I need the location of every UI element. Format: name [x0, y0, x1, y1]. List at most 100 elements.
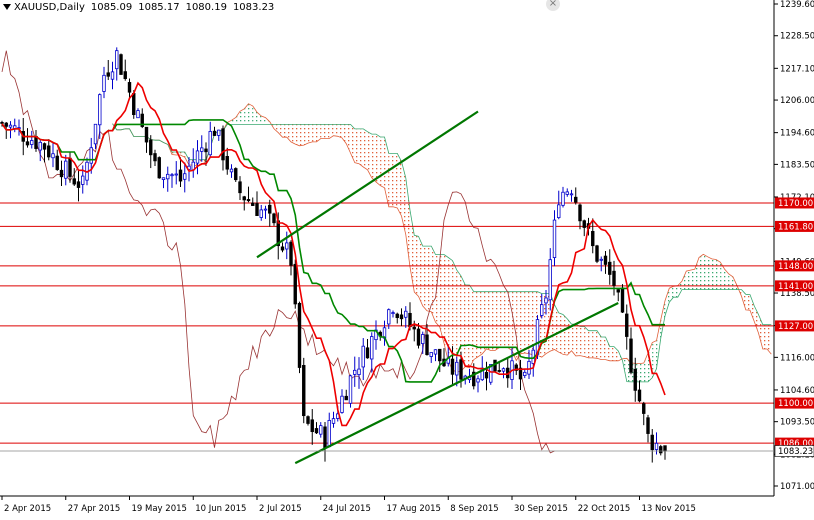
candle-body: [395, 313, 399, 319]
price-chart[interactable]: 1239.60 1228.50 1217.10 1206.00 1194.60 1183.…: [0, 0, 814, 516]
candle-body: [242, 196, 246, 201]
candle-body: [132, 93, 136, 116]
candle-body: [268, 204, 272, 214]
candle-body: [89, 147, 93, 164]
cloud-segment: [490, 291, 495, 351]
candle-body: [578, 204, 582, 222]
candle-body: [591, 230, 595, 247]
candle-body: [280, 246, 285, 251]
cloud-segment: [486, 291, 491, 351]
cloud-segment: [325, 124, 330, 139]
candle-body: [225, 156, 229, 170]
x-tick-label: 27 Apr 2015: [68, 504, 121, 514]
cloud-segment: [333, 124, 338, 137]
cloud-segment: [652, 340, 657, 378]
candle-body: [659, 446, 663, 454]
cloud-segment: [601, 337, 606, 360]
candle-body: [59, 169, 64, 178]
candle-body: [174, 173, 178, 176]
candle-body: [569, 193, 574, 196]
candle-body: [302, 365, 306, 417]
candle-body: [603, 255, 608, 265]
candle-body: [544, 297, 548, 304]
candle-body: [416, 328, 421, 346]
candle-body: [68, 157, 72, 177]
ohlc-close: 1083.23: [232, 1, 275, 13]
cloud-segment: [711, 258, 716, 290]
current-price-label: 1083.23: [778, 447, 813, 457]
candle-body: [429, 352, 433, 357]
dropdown-triangle-icon[interactable]: [3, 4, 11, 10]
candle-body: [616, 289, 620, 293]
chart-area[interactable]: 1239.60 1228.50 1217.10 1206.00 1194.60 1183.…: [0, 0, 814, 516]
cloud-segment: [299, 124, 304, 146]
candle-body: [637, 389, 642, 402]
cloud-segment: [388, 153, 393, 207]
time-axis: 2 Apr 2015 27 Apr 2015 19 May 2015 10 Jun 2…: [0, 495, 774, 516]
candle-body: [629, 338, 633, 373]
candle-body: [552, 219, 557, 258]
candle-body: [433, 349, 438, 355]
candle-body: [497, 370, 501, 372]
cloud-segment: [291, 124, 296, 145]
y-tick-label: 1228.50: [780, 32, 814, 42]
cloud-segment: [359, 128, 364, 168]
candle-body: [212, 130, 217, 136]
cloud-segment: [597, 330, 602, 360]
candle-body: [8, 124, 13, 128]
cloud-segment: [427, 246, 432, 312]
cloud-segment: [745, 294, 750, 311]
cloud-segment: [503, 291, 508, 348]
candle-body: [306, 416, 310, 424]
candle-body: [183, 173, 187, 180]
level-label: 1170.00: [778, 199, 813, 209]
candle-body: [412, 326, 416, 330]
candle-body: [654, 442, 659, 450]
candle-body: [323, 426, 327, 449]
candle-body: [633, 368, 637, 391]
y-tick-label: 1217.10: [780, 64, 814, 74]
candle-body: [234, 168, 238, 181]
candle-body: [170, 174, 174, 177]
chart-title-bar: XAUUSD,Daily 1085.09 1085.17 1080.19 108…: [0, 0, 280, 14]
candle-body: [55, 155, 59, 170]
candle-body: [642, 403, 646, 414]
candle-body: [450, 358, 455, 375]
candle-body: [459, 359, 463, 380]
candle-body: [64, 160, 68, 179]
candle-body: [340, 395, 344, 413]
candle-body: [327, 420, 331, 448]
candle-body: [157, 157, 161, 179]
ohlc-low: 1080.19: [185, 1, 227, 13]
candle-body: [81, 175, 85, 185]
candle-body: [404, 310, 408, 318]
candle-body: [310, 419, 314, 433]
cloud-segment: [524, 291, 529, 354]
candle-body: [93, 123, 98, 145]
candle-body: [47, 145, 51, 158]
cloud-segment: [575, 324, 580, 356]
x-tick-label: 13 Nov 2015: [642, 504, 696, 514]
candle-body: [110, 71, 115, 80]
cloud-segment: [495, 291, 500, 351]
candle-body: [259, 209, 263, 218]
cloud-segment: [312, 124, 317, 142]
cloud-segment: [520, 291, 525, 354]
candle-body: [361, 345, 365, 368]
candle-body: [391, 312, 395, 315]
candle-body: [119, 54, 123, 75]
candle-body: [370, 336, 374, 360]
candle-body: [123, 71, 127, 80]
candle-body: [72, 178, 76, 185]
candle-body: [200, 147, 204, 152]
cloud-segment: [363, 128, 368, 170]
cloud-segment: [320, 124, 325, 139]
candle-body: [98, 94, 102, 126]
y-tick-label: 1093.50: [780, 418, 814, 428]
candle-body: [527, 360, 531, 375]
candles: [0, 47, 667, 463]
candle-body: [166, 173, 170, 180]
cloud-segment: [716, 259, 721, 290]
cloud-segment: [308, 124, 313, 144]
cloud-segment: [499, 291, 504, 348]
